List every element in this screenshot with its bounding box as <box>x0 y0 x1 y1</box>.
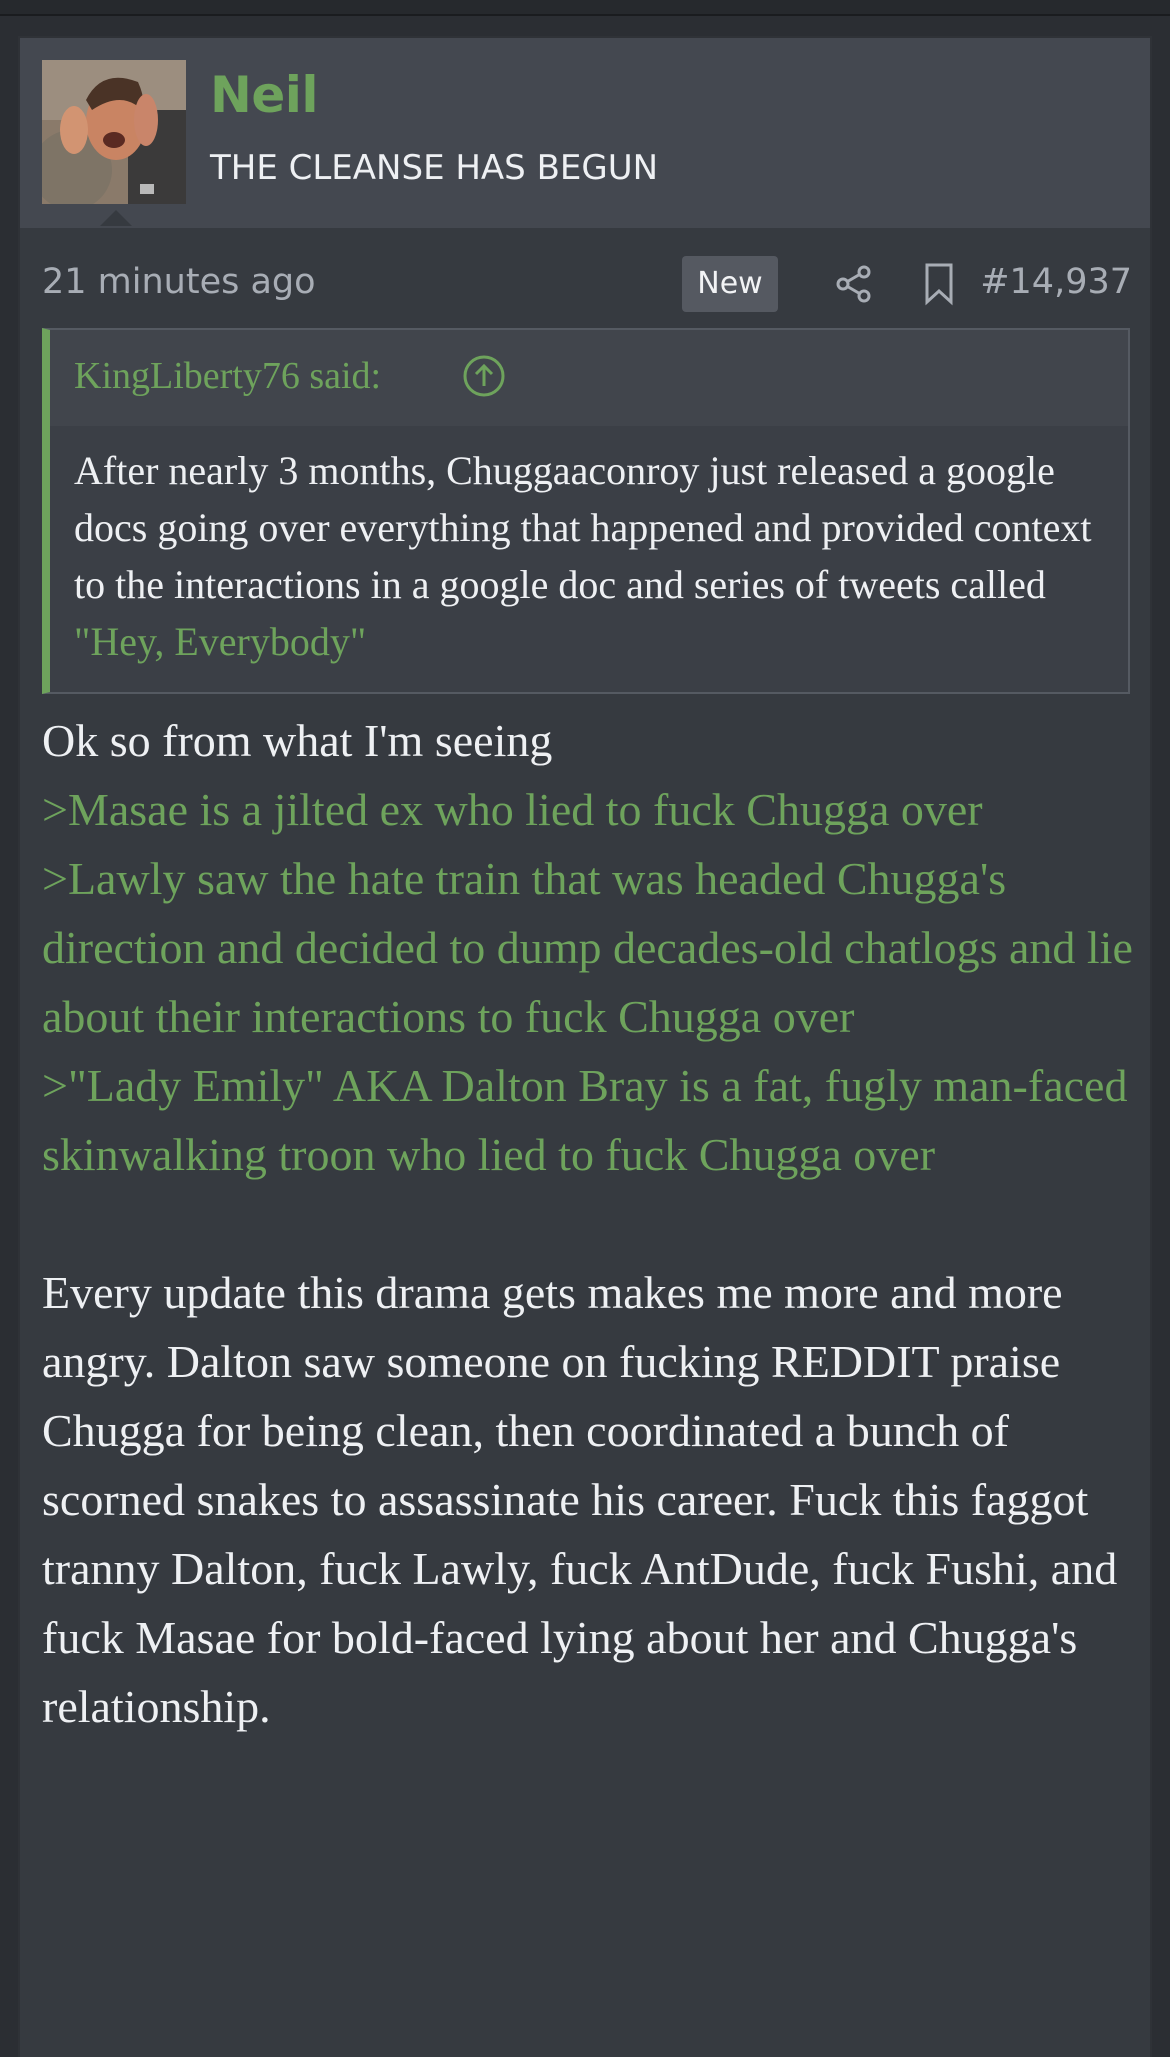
bookmark-icon[interactable] <box>920 262 958 306</box>
arrow-up-circle-icon[interactable] <box>462 354 506 398</box>
new-badge: New <box>682 256 778 312</box>
share-icon[interactable] <box>834 264 874 304</box>
post-timestamp[interactable]: 21 minutes ago <box>42 262 316 302</box>
post-number[interactable]: #14,937 <box>980 262 1132 302</box>
avatar[interactable] <box>42 60 186 204</box>
quote-link[interactable]: "Hey, Everybody" <box>74 619 366 664</box>
post-meta: 21 minutes ago New #14,937 <box>42 256 1132 316</box>
greentext-line: >Lawly saw the hate train that was heade… <box>42 853 1133 1042</box>
header-pointer <box>100 210 132 226</box>
quote-author[interactable]: KingLiberty76 said: <box>74 354 381 398</box>
quote-text: After nearly 3 months, Chuggaaconroy jus… <box>74 442 1114 670</box>
post-body: Ok so from what I'm seeing >Masae is a j… <box>42 706 1142 1741</box>
user-title: THE CLEANSE HAS BEGUN <box>210 148 659 188</box>
quote-text-content: After nearly 3 months, Chuggaaconroy jus… <box>74 448 1092 607</box>
user-header: Neil THE CLEANSE HAS BEGUN <box>20 38 1150 228</box>
quote-header: KingLiberty76 said: <box>50 330 1128 426</box>
intro-line: Ok so from what I'm seeing <box>42 715 553 766</box>
body-paragraph: Every update this drama gets makes me mo… <box>42 1267 1118 1732</box>
greentext-line: >"Lady Emily" AKA Dalton Bray is a fat, … <box>42 1060 1128 1180</box>
top-bar <box>0 0 1170 16</box>
username[interactable]: Neil <box>210 66 319 124</box>
forum-post: Neil THE CLEANSE HAS BEGUN 21 minutes ag… <box>18 36 1152 2057</box>
quote-block: KingLiberty76 said: After nearly 3 month… <box>42 328 1130 694</box>
greentext-line: >Masae is a jilted ex who lied to fuck C… <box>42 784 983 835</box>
